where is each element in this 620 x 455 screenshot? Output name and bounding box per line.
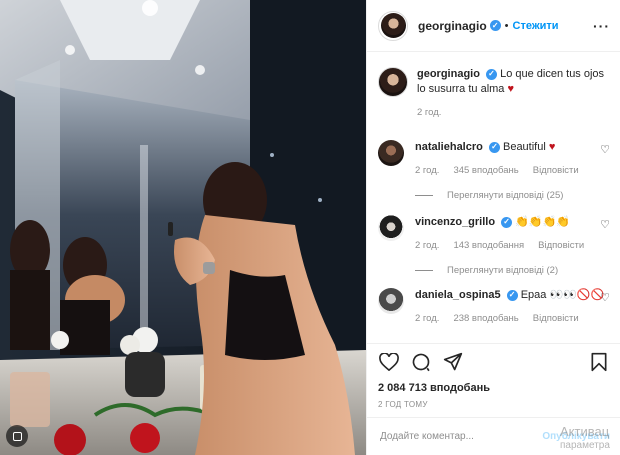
comment-time: 2 год.: [415, 165, 440, 176]
comment-likes[interactable]: 345 вподобань: [453, 163, 518, 178]
caption-time: 2 год.: [417, 107, 442, 118]
like-comment-icon[interactable]: ♡: [600, 291, 610, 304]
view-replies-label: Переглянути відповіді (2): [447, 265, 559, 276]
comment-input[interactable]: Додайте коментар...: [380, 431, 474, 442]
comment-item: daniela_ospina5 ✓ Epaa 👀👀🚫🚫 2 год. 238 в…: [378, 288, 610, 326]
share-send-icon[interactable]: [442, 351, 464, 373]
comments-list: georginagio ✓ Lo que dicen tus ojos lo s…: [367, 53, 620, 343]
comment-username[interactable]: daniela_ospina5: [415, 289, 501, 301]
comment-avatar[interactable]: [378, 215, 404, 241]
comment-text: 👏👏👏👏: [515, 216, 570, 228]
gallery-icon[interactable]: [6, 425, 28, 447]
replies-line: [415, 270, 433, 271]
follow-button[interactable]: Стежити: [513, 20, 559, 32]
replies-line: [415, 195, 433, 196]
like-comment-icon[interactable]: ♡: [600, 218, 610, 231]
watermark-line1: Активац: [560, 424, 610, 439]
reply-button[interactable]: Відповісти: [533, 311, 579, 326]
verified-badge-icon: ✓: [489, 20, 501, 31]
post-photo[interactable]: [0, 0, 366, 455]
caption-avatar[interactable]: [378, 67, 408, 97]
verified-badge-icon: ✓: [486, 68, 498, 80]
more-options-icon[interactable]: ···: [593, 18, 610, 34]
like-comment-icon[interactable]: ♡: [600, 143, 610, 156]
caption-username[interactable]: georginagio: [417, 68, 480, 80]
comment-item: vincenzo_grillo ✓ 👏👏👏👏 2 год. 143 вподоб…: [378, 215, 610, 253]
view-replies-button[interactable]: Переглянути відповіді (25): [415, 190, 610, 201]
post-header: georginagio ✓ • Стежити ···: [367, 0, 620, 52]
comment-username[interactable]: vincenzo_grillo: [415, 216, 495, 228]
author-username[interactable]: georginagio: [418, 19, 487, 33]
verified-badge-icon: ✓: [488, 141, 500, 153]
comment-text: Epaa 👀👀🚫🚫: [520, 289, 605, 301]
comment-item: nataliehalcro ✓ Beautiful ♥ 2 год. 345 в…: [378, 140, 610, 178]
post-time[interactable]: 2 год тому: [378, 400, 610, 409]
post-actions: 2 084 713 вподобань 2 год тому: [367, 343, 620, 409]
comment-avatar[interactable]: [378, 288, 404, 314]
comment-text: Beautiful: [502, 141, 546, 153]
comment-bubble-icon[interactable]: [410, 351, 432, 373]
comment-likes[interactable]: 238 вподобань: [453, 311, 518, 326]
separator-dot: •: [504, 19, 509, 32]
comment-likes[interactable]: 143 вподобання: [453, 238, 524, 253]
verified-badge-icon: ✓: [506, 289, 518, 301]
reply-button[interactable]: Відповісти: [538, 238, 584, 253]
heart-emoji-icon: ♥: [548, 141, 556, 153]
watermark-line2: параметра: [560, 440, 610, 451]
likes-count[interactable]: 2 084 713 вподобань: [378, 382, 610, 394]
verified-badge-icon: ✓: [501, 216, 513, 228]
heart-emoji-icon: ♥: [507, 83, 515, 95]
reply-button[interactable]: Відповісти: [533, 163, 579, 178]
bookmark-save-icon[interactable]: [588, 351, 610, 373]
activation-watermark: Активац параметра: [560, 425, 620, 453]
comment-avatar[interactable]: [378, 140, 404, 166]
comment-time: 2 год.: [415, 313, 440, 324]
caption: georginagio ✓ Lo que dicen tus ojos lo s…: [378, 67, 610, 120]
photo-illustration: [0, 0, 366, 455]
author-avatar[interactable]: [378, 10, 408, 41]
comment-username[interactable]: nataliehalcro: [415, 141, 483, 153]
comment-time: 2 год.: [415, 240, 440, 251]
like-heart-icon[interactable]: [378, 351, 400, 373]
post-details-panel: georginagio ✓ • Стежити ··· georginagio …: [366, 0, 620, 455]
view-replies-label: Переглянути відповіді (25): [447, 190, 564, 201]
view-replies-button[interactable]: Переглянути відповіді (2): [415, 265, 610, 276]
